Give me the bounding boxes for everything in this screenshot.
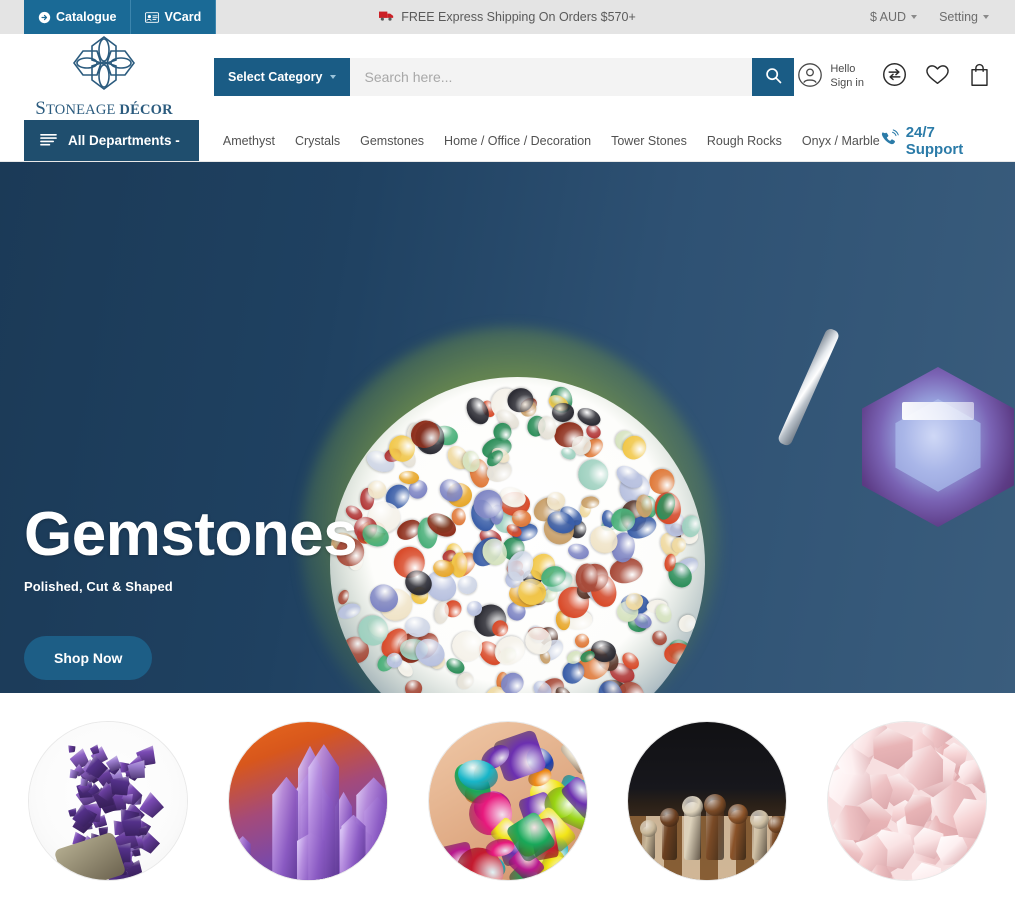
setting-selector[interactable]: Setting <box>939 10 989 24</box>
chevron-down-icon <box>911 15 918 19</box>
support-label: 24/7 Support <box>905 123 964 158</box>
magnifier-icon <box>765 67 782 87</box>
compare-arrows-icon <box>882 62 907 92</box>
wishlist-button[interactable] <box>925 63 950 91</box>
tab-vcard[interactable]: VCard <box>131 0 217 34</box>
delivery-truck-icon <box>379 10 394 25</box>
category-thumb-amethyst <box>28 721 188 881</box>
tweezers-image <box>776 327 841 448</box>
account-text: Hello Sign in <box>830 63 864 91</box>
category-item-rough-rocks[interactable] <box>823 721 991 881</box>
top-bar-right: $ AUD Setting <box>870 0 1015 34</box>
select-category-dropdown[interactable]: Select Category <box>214 58 351 96</box>
category-strip <box>0 693 1015 907</box>
hero-copy: Gemstones Polished, Cut & Shaped Shop No… <box>24 500 358 680</box>
nav-link-onyx-marble[interactable]: Onyx / Marble <box>802 134 880 148</box>
compare-button[interactable] <box>882 62 907 92</box>
currency-label: $ AUD <box>869 10 907 24</box>
hero-title: Gemstones <box>24 500 358 569</box>
nav-link-amethyst[interactable]: Amethyst <box>223 134 275 148</box>
category-thumb-rough-rocks <box>827 721 987 881</box>
header-icon-group: Hello Sign in <box>797 62 991 93</box>
category-thumb-crystals <box>227 721 388 881</box>
tab-catalogue[interactable]: Catalogue <box>24 0 132 34</box>
user-circle-icon <box>797 62 823 93</box>
category-thumb-onyx-marble <box>627 721 788 881</box>
account-greeting: Hello <box>830 63 856 76</box>
top-bar-tabs: Catalogue VCard <box>24 0 217 34</box>
nav-link-tower-stones[interactable]: Tower Stones <box>611 134 687 148</box>
nav-links: Amethyst Crystals Gemstones Home / Offic… <box>199 120 880 161</box>
phone-ring-icon <box>880 129 899 152</box>
main-navigation: All Departments - Amethyst Crystals Gems… <box>0 120 1015 162</box>
heart-icon <box>925 63 950 91</box>
search-button[interactable] <box>752 58 794 96</box>
shop-now-button[interactable]: Shop Now <box>24 636 153 680</box>
category-thumb-gemstones <box>427 721 588 881</box>
hexagon-gem-image <box>862 367 1014 527</box>
all-departments-button[interactable]: All Departments - <box>24 120 199 161</box>
site-header: STONEAGE DÉCOR Select Category Hello Sig… <box>0 34 1015 120</box>
id-card-icon <box>145 11 160 23</box>
site-logo[interactable]: STONEAGE DÉCOR <box>24 34 184 120</box>
cart-button[interactable] <box>968 62 991 92</box>
hero-banner[interactable]: Gemstones Polished, Cut & Shaped Shop No… <box>0 162 1015 693</box>
shopping-bag-icon <box>968 62 991 92</box>
support-link[interactable]: 24/7 Support <box>880 120 1015 161</box>
all-departments-label: All Departments - <box>68 133 180 148</box>
chevron-down-icon <box>330 75 337 79</box>
category-item-crystals[interactable] <box>224 721 392 881</box>
nav-link-home-office-decoration[interactable]: Home / Office / Decoration <box>444 134 591 148</box>
nav-link-gemstones[interactable]: Gemstones <box>360 134 424 148</box>
hero-subtitle: Polished, Cut & Shaped <box>24 579 173 594</box>
nav-link-crystals[interactable]: Crystals <box>295 134 340 148</box>
tab-vcard-label: VCard <box>164 10 202 24</box>
account-signin[interactable]: Hello Sign in <box>797 62 864 93</box>
stoneage-medallion-icon <box>71 34 137 97</box>
top-bar: Catalogue VCard FREE Express Shipping On… <box>0 0 1015 34</box>
chevron-down-icon <box>983 15 989 19</box>
category-item-onyx-marble[interactable] <box>623 721 791 881</box>
account-action: Sign in <box>830 77 864 89</box>
nav-link-rough-rocks[interactable]: Rough Rocks <box>707 134 782 148</box>
select-category-label: Select Category <box>228 70 323 84</box>
currency-selector[interactable]: $ AUD <box>869 10 918 24</box>
category-item-gemstones[interactable] <box>424 721 592 881</box>
category-item-amethyst[interactable] <box>24 721 192 881</box>
shipping-promo-text: FREE Express Shipping On Orders $570+ <box>401 10 636 24</box>
search-bar: Select Category <box>214 58 794 96</box>
search-input[interactable] <box>350 58 752 96</box>
tab-catalogue-label: Catalogue <box>56 10 117 24</box>
arrow-circle-icon <box>38 11 51 24</box>
logo-wordmark: STONEAGE DÉCOR <box>35 98 173 119</box>
hamburger-menu-icon <box>40 133 57 149</box>
setting-label: Setting <box>939 10 978 24</box>
